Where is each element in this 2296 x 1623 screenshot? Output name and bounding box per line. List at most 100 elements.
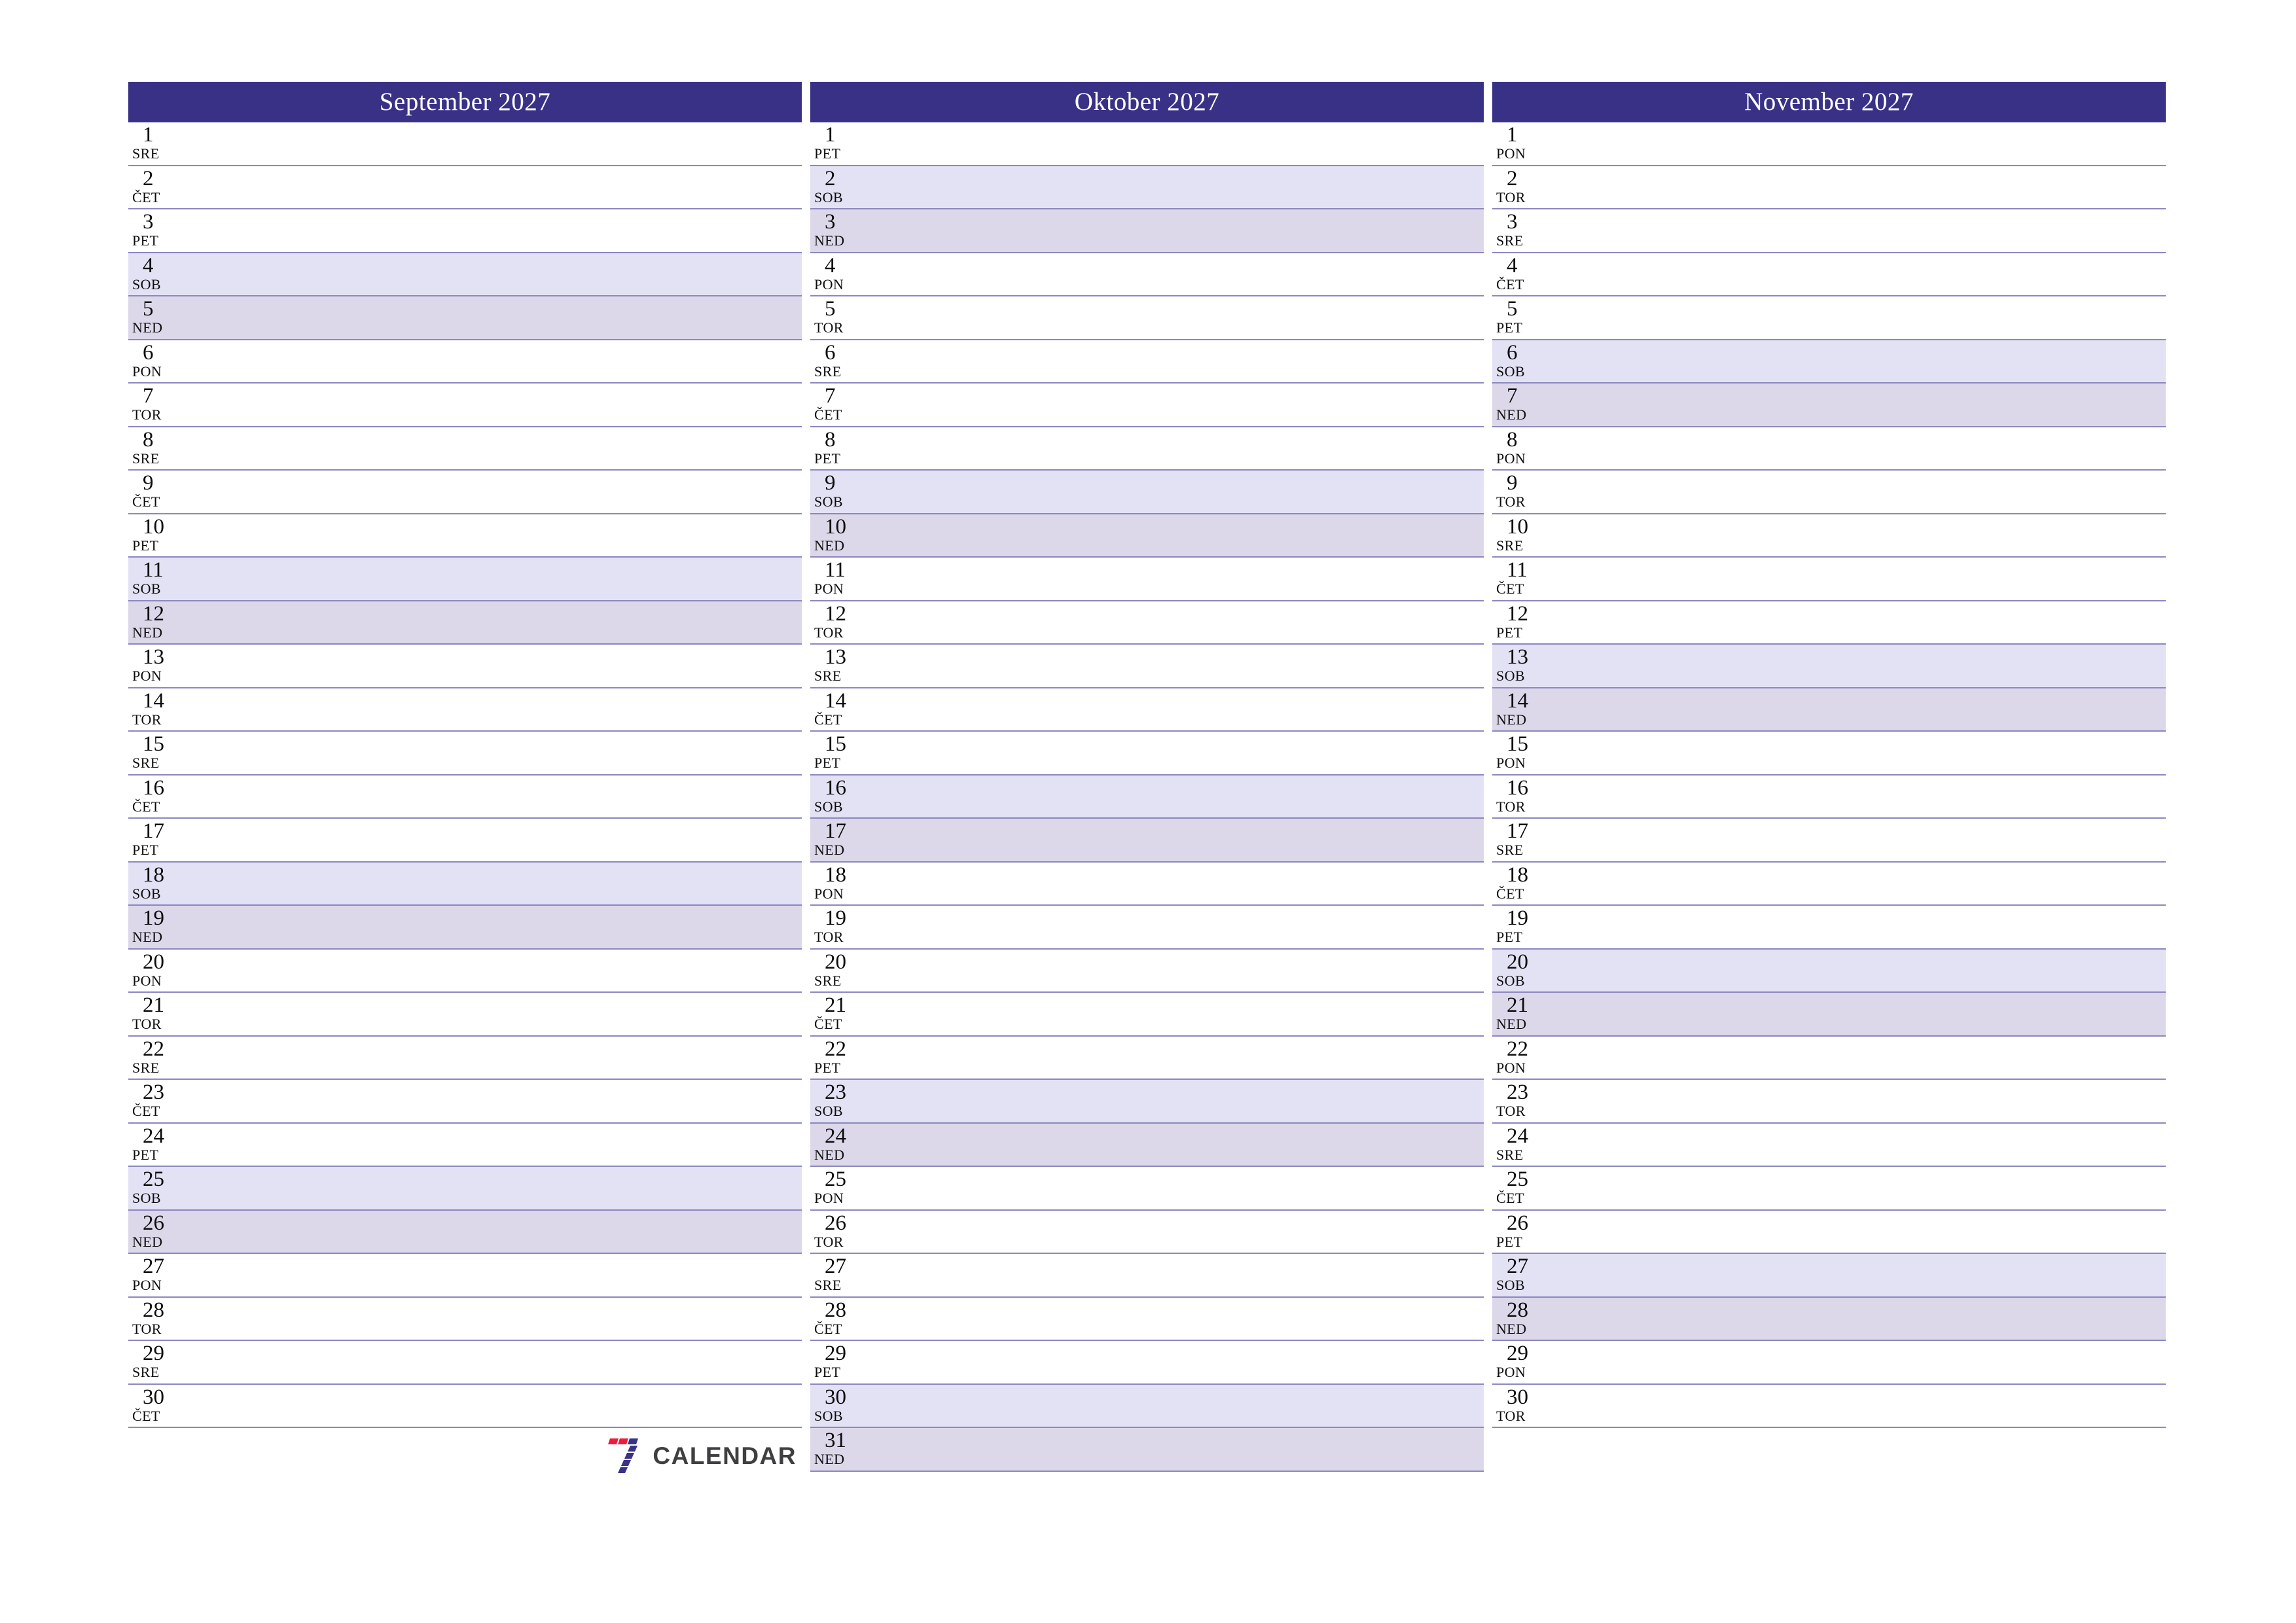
day-row[interactable]: 24 SRE (1492, 1123, 2166, 1167)
day-note-area[interactable] (908, 601, 1484, 644)
day-row[interactable]: 12 TOR (810, 601, 1484, 645)
day-row[interactable]: 27 PON (128, 1254, 802, 1298)
day-note-area[interactable] (908, 296, 1484, 339)
day-note-area[interactable] (1590, 383, 2166, 426)
day-row[interactable]: 2 SOB (810, 166, 1484, 209)
day-row[interactable]: 6 SRE (810, 340, 1484, 383)
day-note-area[interactable] (226, 601, 802, 644)
day-row[interactable]: 5 TOR (810, 296, 1484, 340)
day-note-area[interactable] (226, 1211, 802, 1253)
day-note-area[interactable] (908, 1341, 1484, 1383)
day-row[interactable]: 9 TOR (1492, 471, 2166, 514)
day-row[interactable]: 25 ČET (1492, 1167, 2166, 1211)
day-row[interactable]: 11 PON (810, 558, 1484, 601)
day-row[interactable]: 18 PON (810, 862, 1484, 906)
day-note-area[interactable] (226, 427, 802, 470)
day-note-area[interactable] (908, 514, 1484, 557)
day-note-area[interactable] (226, 514, 802, 557)
day-row[interactable]: 1 SRE (128, 122, 802, 166)
day-row[interactable]: 1 PET (810, 122, 1484, 166)
day-row[interactable]: 27 SOB (1492, 1254, 2166, 1298)
day-row[interactable]: 21 TOR (128, 993, 802, 1037)
day-note-area[interactable] (908, 645, 1484, 687)
day-row[interactable]: 10 PET (128, 514, 802, 558)
day-row[interactable]: 13 SRE (810, 645, 1484, 688)
day-note-area[interactable] (226, 950, 802, 992)
day-row[interactable]: 14 NED (1492, 688, 2166, 732)
day-note-area[interactable] (908, 427, 1484, 470)
day-row[interactable]: 30 SOB (810, 1384, 1484, 1428)
day-row[interactable]: 1 PON (1492, 122, 2166, 166)
day-row[interactable]: 31 NED (810, 1428, 1484, 1472)
day-row[interactable]: 6 PON (128, 340, 802, 383)
day-note-area[interactable] (1590, 601, 2166, 644)
day-row[interactable]: 22 PET (810, 1036, 1484, 1080)
day-note-area[interactable] (1590, 819, 2166, 861)
day-row[interactable]: 20 PON (128, 949, 802, 993)
day-row[interactable]: 27 SRE (810, 1254, 1484, 1298)
day-row[interactable]: 14 TOR (128, 688, 802, 732)
day-note-area[interactable] (226, 776, 802, 818)
day-row[interactable]: 23 SOB (810, 1080, 1484, 1124)
day-row[interactable]: 7 ČET (810, 383, 1484, 427)
day-row[interactable]: 7 TOR (128, 383, 802, 427)
day-note-area[interactable] (226, 819, 802, 861)
day-note-area[interactable] (226, 993, 802, 1035)
day-row[interactable]: 19 NED (128, 906, 802, 950)
day-note-area[interactable] (1590, 296, 2166, 339)
day-row[interactable]: 26 TOR (810, 1210, 1484, 1254)
day-note-area[interactable] (226, 1385, 802, 1427)
day-note-area[interactable] (1590, 166, 2166, 209)
day-row[interactable]: 11 ČET (1492, 558, 2166, 601)
day-note-area[interactable] (226, 1124, 802, 1166)
day-row[interactable]: 24 NED (810, 1123, 1484, 1167)
day-row[interactable]: 16 SOB (810, 775, 1484, 819)
day-row[interactable]: 4 ČET (1492, 253, 2166, 296)
day-note-area[interactable] (908, 819, 1484, 861)
day-row[interactable]: 22 SRE (128, 1036, 802, 1080)
day-note-area[interactable] (226, 209, 802, 252)
day-note-area[interactable] (226, 863, 802, 905)
day-note-area[interactable] (908, 1167, 1484, 1209)
day-note-area[interactable] (226, 122, 802, 165)
day-row[interactable]: 28 NED (1492, 1297, 2166, 1341)
day-row[interactable]: 4 SOB (128, 253, 802, 296)
day-note-area[interactable] (908, 776, 1484, 818)
day-row[interactable]: 30 TOR (1492, 1384, 2166, 1428)
day-note-area[interactable] (1590, 688, 2166, 731)
day-note-area[interactable] (1590, 1124, 2166, 1166)
day-note-area[interactable] (1590, 863, 2166, 905)
day-note-area[interactable] (908, 993, 1484, 1035)
day-note-area[interactable] (226, 1167, 802, 1209)
day-row[interactable]: 18 ČET (1492, 862, 2166, 906)
day-note-area[interactable] (226, 340, 802, 383)
day-note-area[interactable] (908, 1037, 1484, 1079)
day-note-area[interactable] (1590, 1341, 2166, 1383)
day-note-area[interactable] (908, 340, 1484, 383)
day-note-area[interactable] (226, 906, 802, 948)
day-note-area[interactable] (908, 122, 1484, 165)
day-note-area[interactable] (226, 645, 802, 687)
day-note-area[interactable] (1590, 645, 2166, 687)
day-note-area[interactable] (908, 1211, 1484, 1253)
day-row[interactable]: 24 PET (128, 1123, 802, 1167)
day-note-area[interactable] (1590, 471, 2166, 513)
day-note-area[interactable] (908, 732, 1484, 774)
day-note-area[interactable] (908, 1428, 1484, 1471)
day-note-area[interactable] (908, 688, 1484, 731)
day-row[interactable]: 18 SOB (128, 862, 802, 906)
day-note-area[interactable] (1590, 1298, 2166, 1340)
day-note-area[interactable] (1590, 906, 2166, 948)
day-row[interactable]: 21 NED (1492, 993, 2166, 1037)
day-note-area[interactable] (1590, 1080, 2166, 1122)
day-note-area[interactable] (226, 1298, 802, 1340)
day-note-area[interactable] (1590, 776, 2166, 818)
day-row[interactable]: 8 PET (810, 427, 1484, 471)
day-row[interactable]: 13 SOB (1492, 645, 2166, 688)
day-note-area[interactable] (1590, 1211, 2166, 1253)
day-row[interactable]: 20 SRE (810, 949, 1484, 993)
day-row[interactable]: 21 ČET (810, 993, 1484, 1037)
day-row[interactable]: 26 NED (128, 1210, 802, 1254)
day-note-area[interactable] (1590, 1167, 2166, 1209)
day-row[interactable]: 25 PON (810, 1167, 1484, 1211)
